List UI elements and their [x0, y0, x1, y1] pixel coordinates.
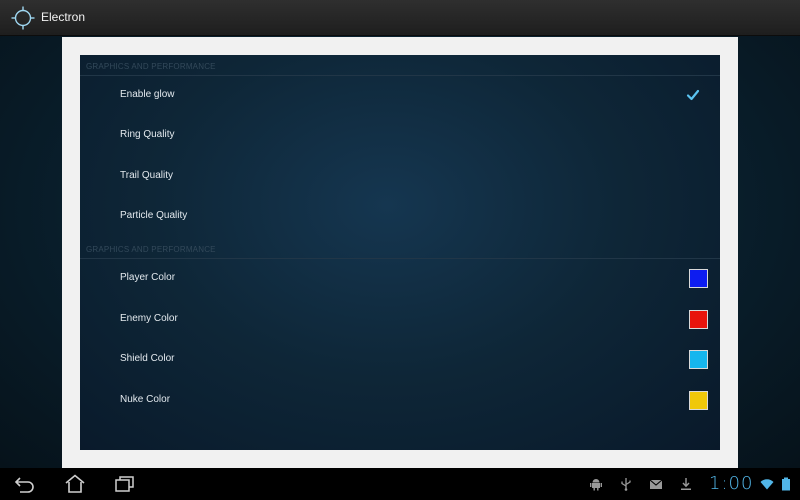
- app-title: Electron: [41, 10, 86, 24]
- pref-trail-quality[interactable]: Trail Quality: [80, 157, 720, 197]
- section-header-label: GRAPHICS AND PERFORMANCE: [86, 245, 216, 254]
- wifi-icon: [760, 479, 774, 490]
- color-swatch[interactable]: [689, 310, 708, 329]
- pref-label: Ring Quality: [120, 129, 175, 140]
- usb-icon: [621, 478, 631, 491]
- color-swatch[interactable]: [689, 269, 708, 288]
- home-icon[interactable]: [64, 474, 86, 494]
- android-debug-icon: [590, 479, 602, 491]
- system-bar: 1:00: [0, 468, 800, 500]
- pref-label: Player Color: [120, 272, 176, 283]
- pref-label: Enable glow: [120, 89, 175, 100]
- pref-label: Nuke Color: [120, 394, 171, 405]
- pref-enable-glow[interactable]: Enable glow: [80, 76, 720, 116]
- color-swatch[interactable]: [689, 391, 708, 410]
- section-header-graphics: GRAPHICS AND PERFORMANCE: [80, 240, 720, 259]
- pref-nuke-color[interactable]: Nuke Color: [80, 381, 720, 421]
- pref-label: Trail Quality: [120, 170, 173, 181]
- section-header-label: GRAPHICS AND PERFORMANCE: [86, 62, 216, 71]
- pref-particle-quality[interactable]: Particle Quality: [80, 197, 720, 237]
- gmail-icon: [649, 479, 663, 489]
- recent-apps-icon[interactable]: [114, 474, 136, 494]
- pref-label: Enemy Color: [120, 313, 178, 324]
- battery-icon: [782, 477, 790, 491]
- app-logo-icon[interactable]: [11, 6, 35, 30]
- pref-player-color[interactable]: Player Color: [80, 259, 720, 299]
- color-swatch[interactable]: [689, 350, 708, 369]
- section-header-graphics: GRAPHICS AND PERFORMANCE: [80, 57, 720, 76]
- download-icon: [681, 478, 691, 490]
- clock: 1:00: [709, 473, 754, 494]
- pref-enemy-color[interactable]: Enemy Color: [80, 300, 720, 340]
- pref-shield-color[interactable]: Shield Color: [80, 340, 720, 380]
- action-bar: Electron: [0, 0, 800, 36]
- pref-label: Particle Quality: [120, 210, 188, 221]
- pref-label: Shield Color: [120, 353, 175, 364]
- enable-glow-checkbox[interactable]: [686, 88, 700, 102]
- pref-ring-quality[interactable]: Ring Quality: [80, 116, 720, 156]
- back-icon[interactable]: [14, 474, 36, 494]
- preferences-panel: GRAPHICS AND PERFORMANCE Enable glow Rin…: [80, 55, 720, 450]
